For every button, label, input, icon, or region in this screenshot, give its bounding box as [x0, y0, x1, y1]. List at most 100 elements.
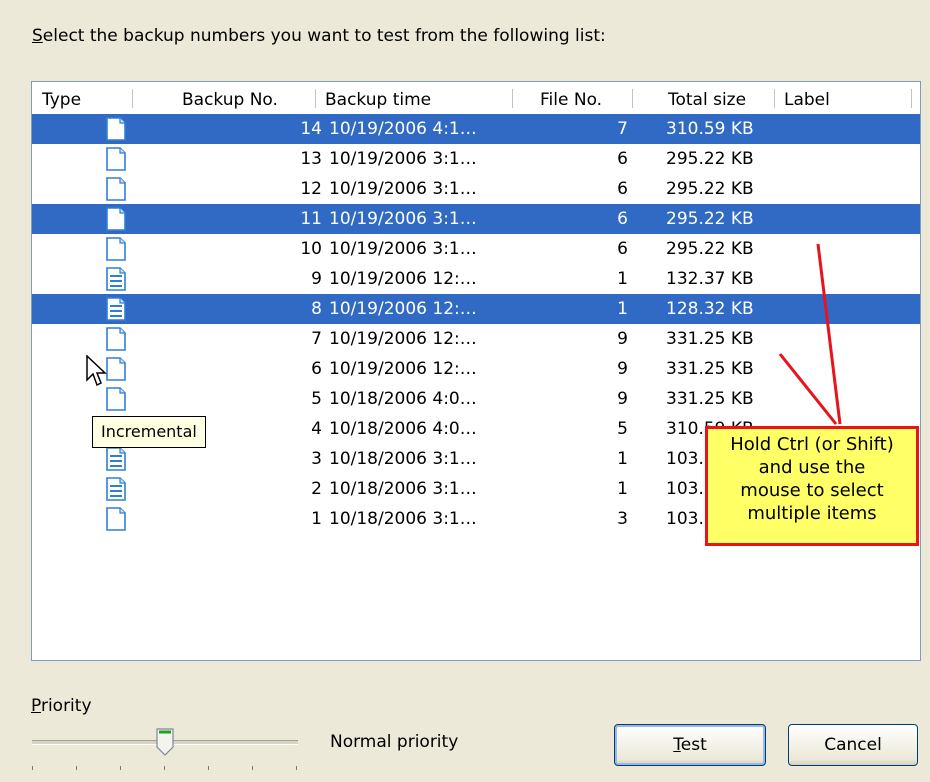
full-backup-icon: [68, 144, 126, 174]
file-no-cell: 1: [617, 299, 628, 319]
table-row[interactable]: 13 10/19/2006 3:1… 6 295.22 KB: [32, 144, 920, 174]
slider-tick: [164, 766, 165, 770]
slider-thumb[interactable]: [156, 728, 174, 761]
backup-time-cell: 10/18/2006 4:0…: [329, 389, 477, 409]
slider-tick: [208, 766, 209, 770]
priority-label: Priority: [31, 696, 92, 716]
backup-no-cell: 5: [311, 389, 322, 409]
table-row[interactable]: 10 10/19/2006 3:1… 6 295.22 KB: [32, 234, 920, 264]
backup-no-cell: 2: [311, 479, 322, 499]
total-size-cell: 295.22 KB: [666, 179, 754, 199]
table-row[interactable]: 8 10/19/2006 12:… 1 128.32 KB: [32, 294, 920, 324]
column-separator[interactable]: [632, 89, 633, 108]
backup-no-cell: 12: [300, 179, 322, 199]
column-header-backup-no[interactable]: Backup No.: [182, 82, 278, 114]
backup-time-cell: 10/19/2006 3:1…: [329, 179, 477, 199]
table-row[interactable]: 14 10/19/2006 4:1… 7 310.59 KB: [32, 114, 920, 144]
slider-tick: [120, 766, 121, 770]
table-row[interactable]: 11 10/19/2006 3:1… 6 295.22 KB: [32, 204, 920, 234]
backup-no-cell: 14: [300, 119, 322, 139]
incremental-backup-icon: [68, 294, 126, 324]
instruction-text: Select the backup numbers you want to te…: [32, 26, 606, 46]
backup-no-cell: 3: [311, 449, 322, 469]
column-header-type[interactable]: Type: [42, 82, 81, 114]
backup-time-cell: 10/19/2006 3:1…: [329, 239, 477, 259]
backup-time-cell: 10/18/2006 3:1…: [329, 509, 477, 529]
backup-no-cell: 9: [311, 269, 322, 289]
backup-no-cell: 1: [311, 509, 322, 529]
backup-no-cell: 11: [300, 209, 322, 229]
backup-time-cell: 10/19/2006 3:1…: [329, 209, 477, 229]
file-no-cell: 9: [617, 359, 628, 379]
slider-tick: [252, 766, 253, 770]
file-no-cell: 9: [617, 389, 628, 409]
tooltip: Incremental: [92, 416, 206, 448]
backup-time-cell: 10/18/2006 3:1…: [329, 449, 477, 469]
column-separator[interactable]: [911, 89, 912, 108]
full-backup-icon: [68, 234, 126, 264]
mouse-pointer-icon: [86, 354, 108, 394]
backup-time-cell: 10/18/2006 4:0…: [329, 419, 477, 439]
file-no-cell: 9: [617, 329, 628, 349]
file-no-cell: 6: [617, 149, 628, 169]
backup-time-cell: 10/19/2006 12:…: [329, 329, 477, 349]
total-size-cell: 310.59 KB: [666, 119, 754, 139]
slider-tick: [296, 766, 297, 770]
backup-time-cell: 10/19/2006 12:…: [329, 299, 477, 319]
total-size-cell: 331.25 KB: [666, 359, 754, 379]
file-no-cell: 1: [617, 269, 628, 289]
column-header-file-no[interactable]: File No.: [540, 82, 602, 114]
backup-time-cell: 10/19/2006 12:…: [329, 359, 477, 379]
priority-slider[interactable]: [32, 728, 298, 772]
file-no-cell: 6: [617, 239, 628, 259]
table-row[interactable]: 9 10/19/2006 12:… 1 132.37 KB: [32, 264, 920, 294]
cancel-button[interactable]: Cancel: [788, 724, 918, 766]
full-backup-icon: [68, 324, 126, 354]
file-no-cell: 1: [617, 449, 628, 469]
test-button[interactable]: Test: [614, 724, 766, 766]
backup-time-cell: 10/19/2006 3:1…: [329, 149, 477, 169]
column-header-total-size[interactable]: Total size: [668, 82, 746, 114]
total-size-cell: 295.22 KB: [666, 239, 754, 259]
total-size-cell: 331.25 KB: [666, 389, 754, 409]
backup-no-cell: 4: [311, 419, 322, 439]
table-row[interactable]: 7 10/19/2006 12:… 9 331.25 KB: [32, 324, 920, 354]
backup-no-cell: 8: [311, 299, 322, 319]
column-separator[interactable]: [315, 89, 316, 108]
full-backup-icon: [68, 114, 126, 144]
total-size-cell: 295.22 KB: [666, 209, 754, 229]
list-header: Type Backup No. Backup time File No. Tot…: [32, 82, 920, 114]
file-no-cell: 5: [617, 419, 628, 439]
backup-time-cell: 10/18/2006 3:1…: [329, 479, 477, 499]
incremental-backup-icon: [68, 264, 126, 294]
column-header-label[interactable]: Label: [784, 82, 830, 114]
total-size-cell: 295.22 KB: [666, 149, 754, 169]
column-header-backup-time[interactable]: Backup time: [325, 82, 431, 114]
backup-no-cell: 7: [311, 329, 322, 349]
column-separator[interactable]: [512, 89, 513, 108]
file-no-cell: 6: [617, 209, 628, 229]
column-separator[interactable]: [132, 89, 133, 108]
annotation-callout: Hold Ctrl (or Shift) and use the mouse t…: [705, 426, 919, 546]
total-size-cell: 132.37 KB: [666, 269, 754, 289]
full-backup-icon: [68, 414, 126, 444]
backup-no-cell: 6: [311, 359, 322, 379]
full-backup-icon: [68, 504, 126, 534]
file-no-cell: 6: [617, 179, 628, 199]
incremental-backup-icon: [68, 474, 126, 504]
full-backup-icon: [68, 204, 126, 234]
backup-time-cell: 10/19/2006 4:1…: [329, 119, 477, 139]
slider-tick: [32, 766, 33, 770]
backup-no-cell: 10: [300, 239, 322, 259]
priority-value: Normal priority: [330, 732, 459, 752]
backup-list[interactable]: Type Backup No. Backup time File No. Tot…: [31, 81, 921, 661]
table-row[interactable]: 12 10/19/2006 3:1… 6 295.22 KB: [32, 174, 920, 204]
backup-time-cell: 10/19/2006 12:…: [329, 269, 477, 289]
column-separator[interactable]: [774, 89, 775, 108]
total-size-cell: 331.25 KB: [666, 329, 754, 349]
table-row[interactable]: 6 10/19/2006 12:… 9 331.25 KB: [32, 354, 920, 384]
total-size-cell: 128.32 KB: [666, 299, 754, 319]
full-backup-icon: [68, 174, 126, 204]
incremental-backup-icon: [68, 444, 126, 474]
table-row[interactable]: 5 10/18/2006 4:0… 9 331.25 KB: [32, 384, 920, 414]
